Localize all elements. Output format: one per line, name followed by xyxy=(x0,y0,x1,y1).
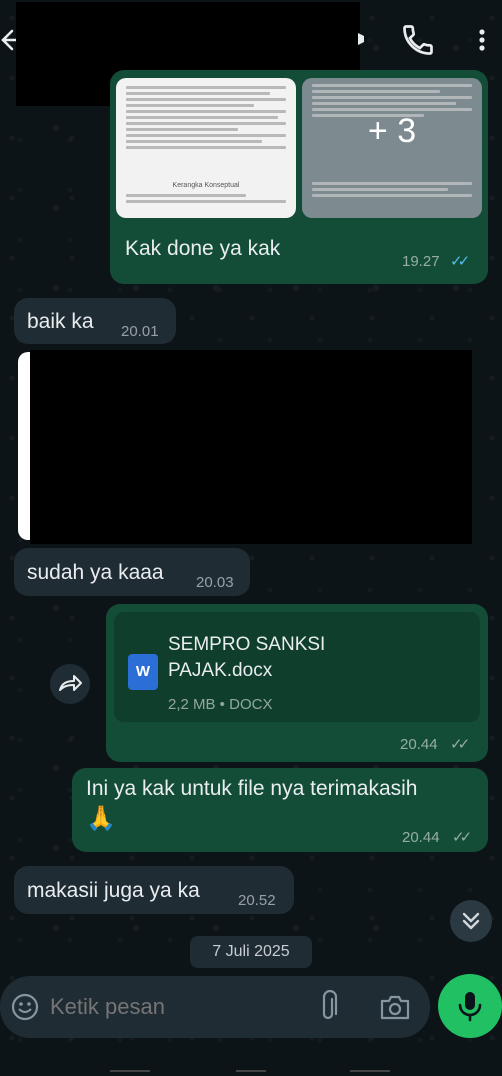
message-input[interactable] xyxy=(50,990,290,1024)
image-thumbnail[interactable]: Kerangka Konseptual xyxy=(116,78,296,218)
scroll-down-button[interactable] xyxy=(450,900,492,942)
more-images-count: + 3 xyxy=(367,112,417,150)
message-time: 19.27 xyxy=(402,253,440,270)
message-time: 20.44 xyxy=(400,736,438,753)
more-vert-icon[interactable] xyxy=(470,22,494,58)
delivered-ticks-icon: ✓✓ xyxy=(450,736,470,753)
attach-icon[interactable] xyxy=(314,989,342,1024)
message-time: 20.03 xyxy=(196,574,234,591)
forward-button[interactable] xyxy=(50,664,90,704)
message-text: makasii juga ya ka xyxy=(27,879,200,902)
message-incoming[interactable]: sudah ya kaaa 20.03 xyxy=(14,548,250,596)
message-caption: Kak done ya kak xyxy=(125,237,281,260)
phone-icon[interactable] xyxy=(400,22,436,58)
message-time: 20.01 xyxy=(121,323,159,340)
message-outgoing[interactable]: Ini ya kak untuk file nya terimakasih 🙏 … xyxy=(72,768,488,852)
doc-preview-heading: Kerangka Konseptual xyxy=(172,182,240,189)
camera-icon[interactable] xyxy=(378,992,412,1022)
nav-recents[interactable] xyxy=(110,1070,150,1072)
delivered-ticks-icon: ✓✓ xyxy=(452,829,472,846)
message-time: 20.44 xyxy=(402,829,440,846)
image-thumbnail-more[interactable]: + 3 xyxy=(302,78,482,218)
nav-back[interactable] xyxy=(350,1070,390,1072)
file-name-line2: PAJAK.docx xyxy=(168,660,273,681)
message-text: baik ka xyxy=(27,310,94,333)
nav-home[interactable] xyxy=(236,1070,266,1072)
message-incoming[interactable]: makasii juga ya ka 20.52 xyxy=(14,866,294,914)
word-file-icon: W xyxy=(128,654,158,690)
video-call-icon[interactable] xyxy=(356,30,366,48)
message-text: sudah ya kaaa xyxy=(27,561,164,584)
file-card[interactable]: W SEMPRO SANKSI PAJAK.docx 2,2 MB • DOCX xyxy=(114,612,480,722)
message-outgoing-images[interactable]: Kerangka Konseptual + 3 Kak done ya kak … xyxy=(110,70,488,284)
mic-button[interactable] xyxy=(438,974,502,1038)
incoming-media-redacted[interactable] xyxy=(30,350,472,544)
scroll-down-icon xyxy=(462,912,480,930)
message-time: 20.52 xyxy=(238,892,276,909)
read-ticks-icon: ✓✓ xyxy=(450,253,470,270)
forward-icon xyxy=(59,675,82,691)
message-text: Ini ya kak untuk file nya terimakasih xyxy=(86,777,418,800)
pray-emoji: 🙏 xyxy=(86,805,116,832)
file-meta: 2,2 MB • DOCX xyxy=(168,696,273,713)
file-name-line1: SEMPRO SANKSI xyxy=(168,634,326,655)
message-incoming[interactable]: baik ka 20.01 xyxy=(14,298,176,344)
message-input-bar[interactable] xyxy=(0,976,430,1038)
message-outgoing-file[interactable]: W SEMPRO SANKSI PAJAK.docx 2,2 MB • DOCX… xyxy=(106,604,488,762)
date-separator: 7 Juli 2025 xyxy=(190,936,312,968)
mic-icon xyxy=(458,992,482,1022)
emoji-icon[interactable] xyxy=(10,992,40,1022)
